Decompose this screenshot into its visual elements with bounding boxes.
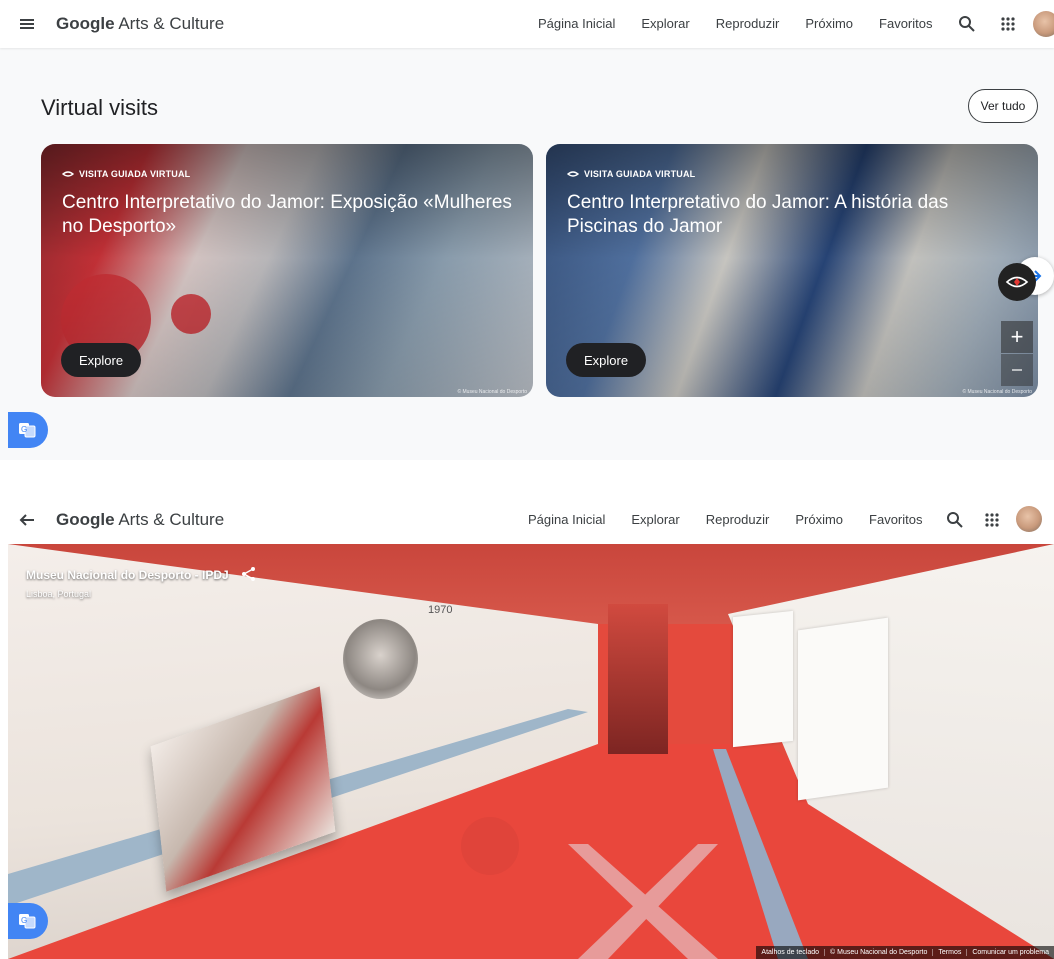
- virtual-visits-section: Virtual visits Ver tudo VISITA GUIADA VI…: [0, 48, 1054, 460]
- logo-rest: Arts & Culture: [114, 510, 225, 529]
- exhibit-photo: [343, 619, 418, 699]
- menu-icon[interactable]: [16, 13, 38, 35]
- compass-button[interactable]: [998, 263, 1036, 301]
- back-arrow-icon[interactable]: [16, 509, 38, 531]
- main-nav: Página Inicial Explorar Reproduzir Próxi…: [528, 512, 923, 527]
- exhibit-panel: [733, 610, 793, 748]
- keyboard-shortcuts-link[interactable]: Atalhos de teclado: [756, 949, 824, 956]
- zoom-in-button[interactable]: +: [1001, 321, 1033, 353]
- avatar[interactable]: [1016, 506, 1042, 532]
- card-badge: VISITA GUIADA VIRTUAL: [62, 169, 190, 179]
- see-all-button[interactable]: Ver tudo: [968, 89, 1038, 123]
- copyright-text: © Museu Nacional do Desporto: [824, 949, 932, 956]
- search-icon[interactable]: [957, 14, 977, 34]
- compass-icon: [1004, 272, 1030, 292]
- viewer-header: Google Arts & Culture Página Inicial Exp…: [0, 496, 1054, 544]
- svg-text:G: G: [21, 425, 27, 434]
- street-view-panorama[interactable]: 1970 Museu Nacional do Desporto - IPDJ L…: [8, 544, 1054, 959]
- card-credit: © Museu Nacional do Desporto: [457, 389, 527, 395]
- app-logo[interactable]: Google Arts & Culture: [56, 14, 224, 34]
- nav-nearby[interactable]: Próximo: [795, 512, 843, 527]
- translate-icon: G: [18, 913, 36, 929]
- svg-text:G: G: [21, 916, 27, 925]
- exhibit-circle: [461, 817, 519, 875]
- nav-play[interactable]: Reproduzir: [716, 16, 780, 31]
- zoom-out-button[interactable]: [1001, 354, 1033, 386]
- map-footer: Atalhos de teclado © Museu Nacional do D…: [756, 946, 1054, 959]
- card-title: Centro Interpretativo do Jamor: A histór…: [567, 192, 949, 237]
- nav-nearby[interactable]: Próximo: [805, 16, 853, 31]
- card-title: Centro Interpretativo do Jamor: Exposiçã…: [62, 192, 512, 237]
- nav-favorites[interactable]: Favoritos: [869, 512, 922, 527]
- exhibit-panel: [798, 617, 888, 801]
- virtual-visit-card[interactable]: VISITA GUIADA VIRTUAL Centro Interpretat…: [41, 144, 533, 397]
- virtual-tour-icon: [62, 170, 74, 178]
- card-badge: VISITA GUIADA VIRTUAL: [567, 169, 695, 179]
- share-icon[interactable]: [240, 565, 258, 583]
- nav-favorites[interactable]: Favoritos: [879, 16, 932, 31]
- virtual-tour-icon: [567, 170, 579, 178]
- panorama-corridor: [608, 604, 668, 754]
- logo-brand: Google: [56, 14, 115, 33]
- logo-brand: Google: [56, 510, 115, 529]
- exhibit-year: 1970: [428, 604, 453, 616]
- app-logo[interactable]: Google Arts & Culture: [56, 510, 224, 530]
- avatar[interactable]: [1033, 11, 1054, 37]
- report-problem-link[interactable]: Comunicar um problema: [966, 949, 1054, 956]
- translate-button[interactable]: G: [8, 412, 48, 448]
- section-title: Virtual visits: [41, 95, 158, 120]
- nav-home[interactable]: Página Inicial: [528, 512, 605, 527]
- nav-home[interactable]: Página Inicial: [538, 16, 615, 31]
- virtual-visit-card[interactable]: VISITA GUIADA VIRTUAL Centro Interpretat…: [546, 144, 1038, 397]
- explore-button[interactable]: Explore: [566, 343, 647, 377]
- minus-icon: [1010, 363, 1024, 377]
- translate-button[interactable]: G: [8, 903, 48, 939]
- card-badge-label: VISITA GUIADA VIRTUAL: [79, 169, 191, 179]
- nav-explore[interactable]: Explorar: [641, 16, 689, 31]
- viewer-title: Museu Nacional do Desporto - IPDJ: [26, 568, 229, 582]
- main-nav: Página Inicial Explorar Reproduzir Próxi…: [538, 16, 933, 31]
- explore-button[interactable]: Explore: [61, 343, 142, 377]
- nav-explore[interactable]: Explorar: [631, 512, 679, 527]
- translate-icon: G: [18, 422, 36, 438]
- card-badge-label: VISITA GUIADA VIRTUAL: [584, 169, 696, 179]
- search-icon[interactable]: [945, 510, 965, 530]
- top-header: Google Arts & Culture Página Inicial Exp…: [0, 0, 1054, 48]
- terms-link[interactable]: Termos: [932, 949, 966, 956]
- nav-play[interactable]: Reproduzir: [706, 512, 770, 527]
- logo-rest: Arts & Culture: [114, 14, 225, 33]
- apps-grid-icon[interactable]: [982, 510, 1002, 530]
- card-credit: © Museu Nacional do Desporto: [962, 389, 1032, 395]
- viewer-location: Lisboa, Portugal: [26, 589, 92, 599]
- apps-grid-icon[interactable]: [998, 14, 1018, 34]
